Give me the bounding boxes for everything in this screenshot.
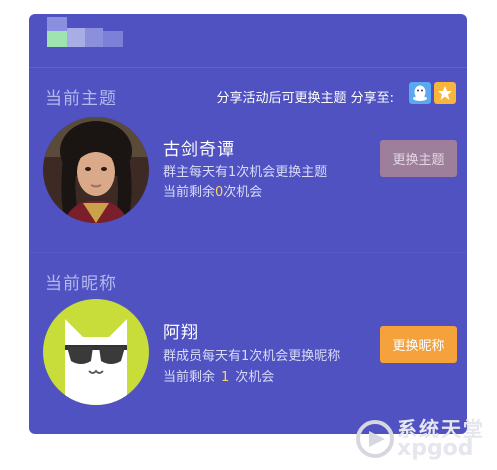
theme-remaining-prefix: 当前剩余 — [163, 185, 216, 200]
nickname-name: 阿翔 — [163, 323, 199, 343]
nickname-section-title: 当前昵称 — [45, 274, 117, 294]
watermark-text-en: xpgod — [397, 436, 474, 461]
nickname-rule: 群成员每天有1次机会更换昵称 — [163, 349, 341, 364]
settings-panel: 当前主题 分享活动后可更换主题 分享至: 古剑奇谭 群主每天有1次机会更换主题 … — [29, 14, 467, 434]
qzone-star-icon — [438, 86, 452, 100]
cat-sunglasses-icon — [43, 299, 149, 405]
theme-section-title: 当前主题 — [45, 89, 117, 109]
change-nickname-button[interactable]: 更换昵称 — [380, 326, 457, 363]
share-qzone-button[interactable] — [434, 82, 456, 104]
nickname-remaining-prefix: 当前剩余 — [163, 370, 216, 385]
watermark: 系统天堂 xpgod — [355, 405, 495, 467]
nickname-avatar — [43, 299, 149, 405]
theme-rule: 群主每天有1次机会更换主题 — [163, 165, 328, 180]
theme-remaining-suffix: 次机会 — [223, 185, 263, 200]
theme-avatar — [43, 117, 149, 223]
share-note: 分享活动后可更换主题 分享至: — [216, 91, 394, 106]
theme-portrait-image — [43, 117, 149, 223]
header-divider — [29, 67, 467, 68]
section-divider — [29, 252, 467, 253]
nickname-remaining-count: 1 — [221, 370, 230, 385]
nickname-remaining-suffix: 次机会 — [235, 370, 275, 385]
share-qq-button[interactable] — [409, 82, 431, 104]
theme-remaining: 当前剩余0次机会 — [163, 181, 262, 200]
theme-name: 古剑奇谭 — [163, 140, 235, 160]
nickname-remaining: 当前剩余 1 次机会 — [163, 366, 274, 385]
watermark-logo-icon — [356, 420, 394, 458]
change-theme-button[interactable]: 更换主题 — [380, 140, 457, 177]
qq-penguin-icon — [413, 85, 427, 101]
